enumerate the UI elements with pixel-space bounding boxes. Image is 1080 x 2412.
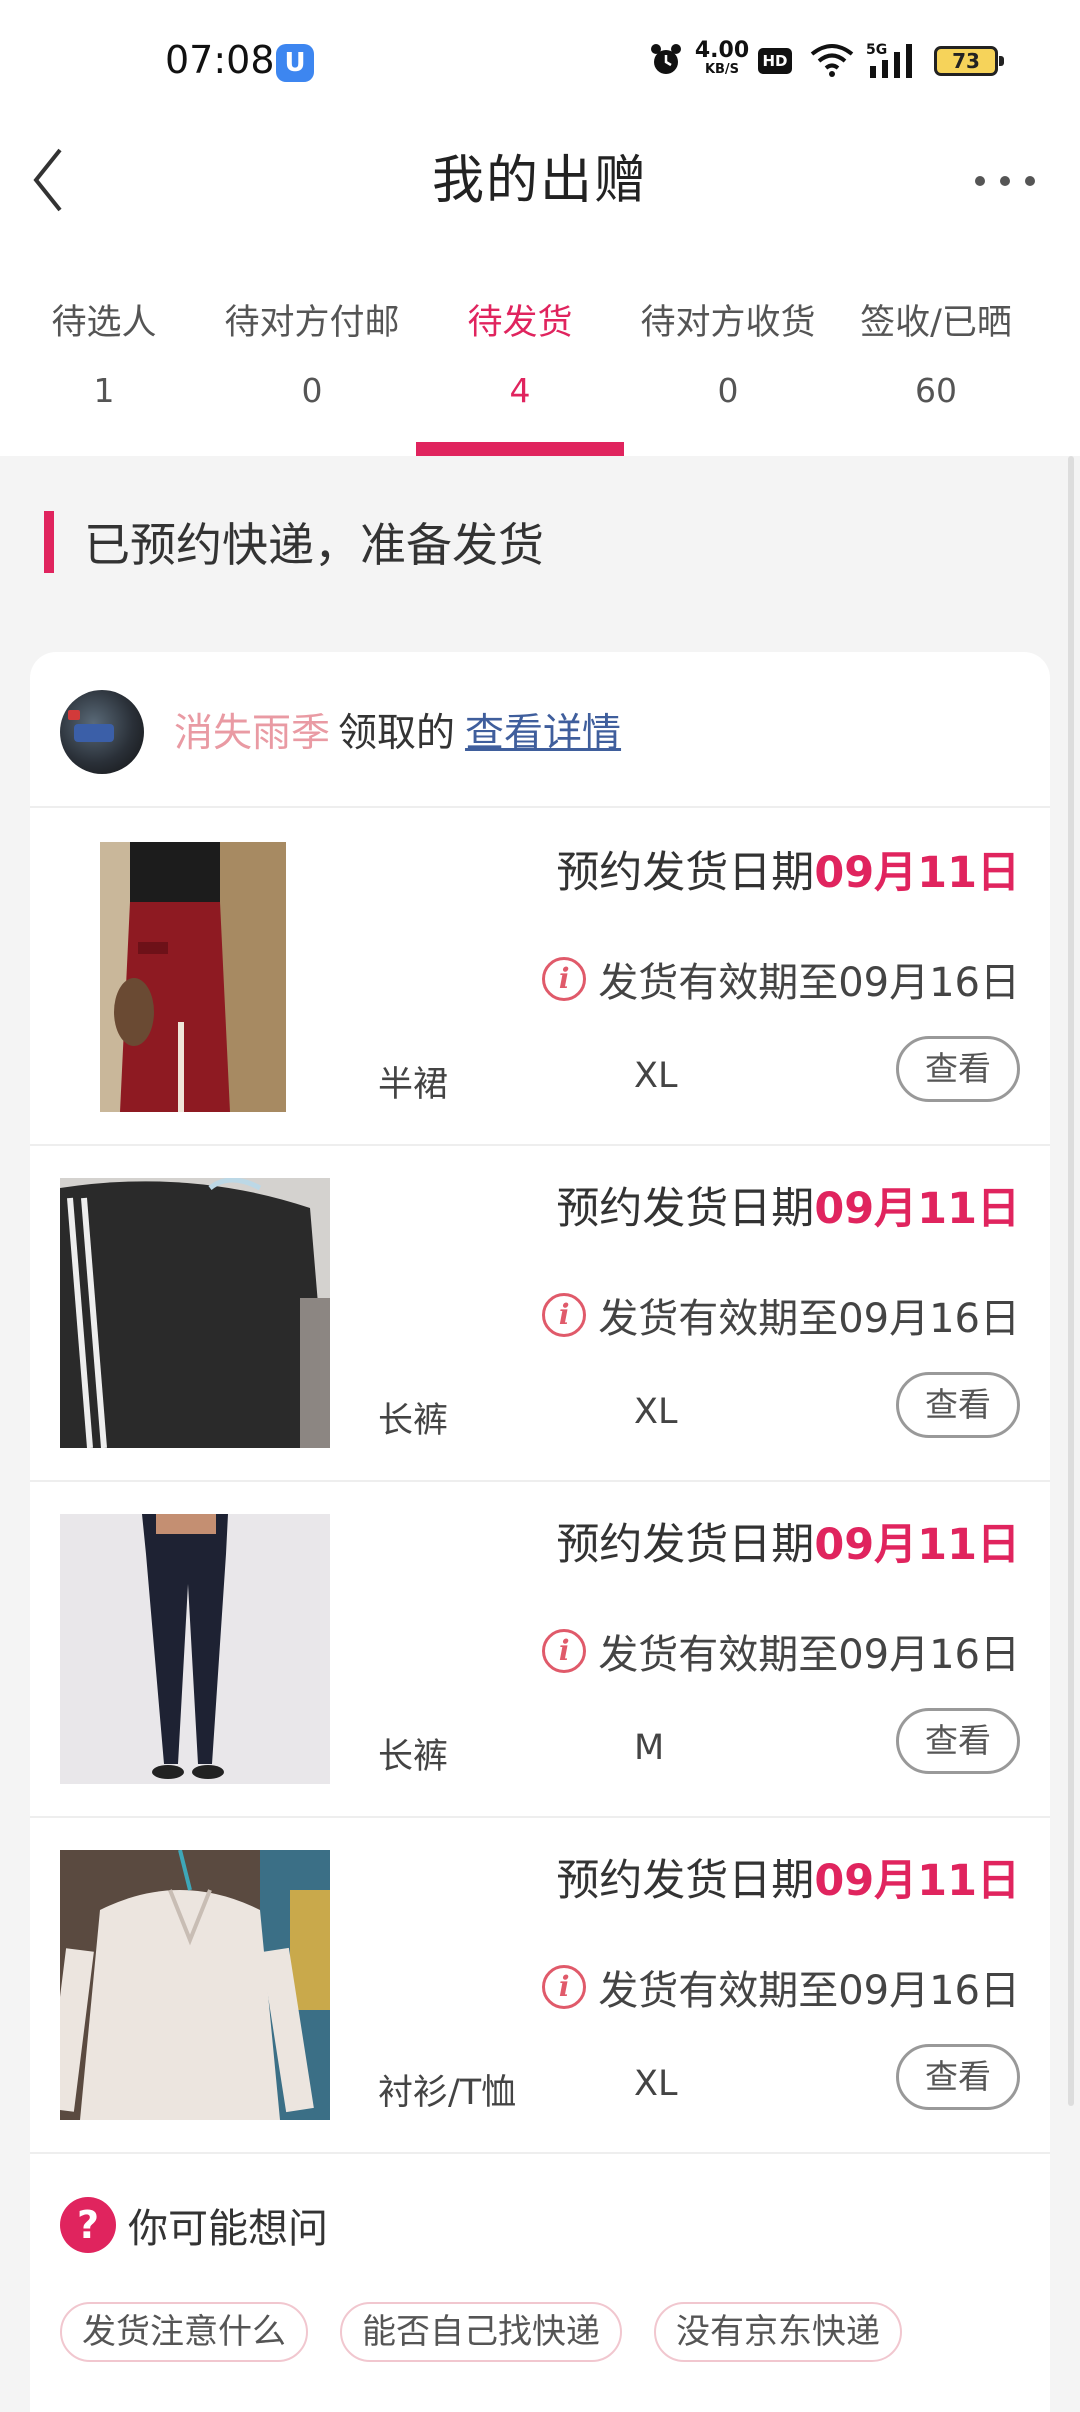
scheduled-ship-date: 预约发货日期09月11日 <box>556 838 1020 900</box>
wifi-icon <box>810 44 854 77</box>
tab-label: 待对方付邮 <box>224 303 400 343</box>
receiver-row: 消失雨季 领取的 查看详情 <box>30 652 1050 808</box>
item-image-white-shirt[interactable] <box>60 1850 330 2120</box>
ship-date-label: 预约发货日期 <box>556 1856 815 1906</box>
alarm-icon <box>651 44 681 74</box>
item-image-black-pants[interactable] <box>60 1178 330 1448</box>
status-time: 07:08 <box>165 38 275 82</box>
item-category: 半裙 <box>378 1065 449 1105</box>
list-item: 预约发货日期09月11日 i 发货有效期至09月16日 长裤 XL 查看 <box>30 1146 1050 1482</box>
ship-date-value: 09月11日 <box>814 1856 1020 1906</box>
list-item: 预约发货日期09月11日 i 发货有效期至09月16日 衬衫/T恤 XL 查看 <box>30 1818 1050 2154</box>
validity-text: 发货有效期至09月16日 <box>598 1296 1020 1342</box>
status-tabs: 待选人 1 待对方付邮 0 待发货 4 待对方收货 0 签收/已晒 60 <box>0 260 1080 456</box>
ship-date-label: 预约发货日期 <box>556 848 815 898</box>
faq-chip-own-courier[interactable]: 能否自己找快递 <box>340 2302 622 2362</box>
view-button[interactable]: 查看 <box>896 1372 1020 1438</box>
receiver-name[interactable]: 消失雨季 <box>174 711 330 756</box>
tab-pending-shipment[interactable]: 待发货 4 <box>416 260 624 456</box>
network-speed: 4.00 KB/S <box>692 40 752 78</box>
nav-bar: 我的出赠 <box>0 120 1080 260</box>
ship-date-value: 09月11日 <box>814 1520 1020 1570</box>
item-category: 长裤 <box>378 1737 449 1777</box>
receiver-action: 领取的 <box>338 711 456 756</box>
scheduled-ship-date: 预约发货日期09月11日 <box>556 1846 1020 1908</box>
info-icon: i <box>542 1629 587 1673</box>
receiver-info: 消失雨季 领取的 查看详情 <box>174 702 621 758</box>
more-icon[interactable] <box>970 156 1040 206</box>
signal-icon: 5G <box>866 42 912 78</box>
view-button[interactable]: 查看 <box>896 1036 1020 1102</box>
signal-label: 5G <box>866 42 887 58</box>
battery-icon: 73 <box>934 46 1004 76</box>
question-icon: ? <box>60 2197 116 2253</box>
tab-label: 待选人 <box>51 303 157 343</box>
item-size: XL <box>634 1392 678 1432</box>
list-item: 预约发货日期09月11日 i 发货有效期至09月16日 长裤 M 查看 <box>30 1482 1050 1818</box>
hd-icon: HD <box>758 48 792 74</box>
tab-pending-postage[interactable]: 待对方付邮 0 <box>208 260 416 456</box>
tab-count: 60 <box>915 371 957 410</box>
faq-section: ? 你可能想问 发货注意什么 能否自己找快递 没有京东快递 <box>30 2154 1050 2394</box>
scheduled-ship-date: 预约发货日期09月11日 <box>556 1174 1020 1236</box>
tab-label: 签收/已晒 <box>860 303 1012 343</box>
avatar[interactable] <box>60 690 144 774</box>
faq-title: 你可能想问 <box>128 2206 328 2252</box>
item-category: 衬衫/T恤 <box>378 2073 517 2113</box>
page-title: 我的出赠 <box>431 151 648 211</box>
item-size: XL <box>634 1056 678 1096</box>
tab-pending-select[interactable]: 待选人 1 <box>0 260 208 456</box>
list-item: 预约发货日期09月11日 i 发货有效期至09月16日 半裙 XL 查看 <box>30 810 1050 1146</box>
item-size: XL <box>634 2064 678 2104</box>
info-icon: i <box>542 1965 587 2009</box>
faq-chip-no-jd-express[interactable]: 没有京东快递 <box>654 2302 902 2362</box>
tab-pending-receipt[interactable]: 待对方收货 0 <box>624 260 832 456</box>
tab-label: 待发货 <box>467 303 573 343</box>
info-icon: i <box>542 957 587 1001</box>
section-heading-text: 已预约快递，准备发货 <box>84 518 544 572</box>
tab-count: 4 <box>509 371 531 410</box>
network-speed-value: 4.00 <box>694 38 750 63</box>
view-button[interactable]: 查看 <box>896 2044 1020 2110</box>
section-heading: 已预约快递，准备发货 <box>44 510 544 574</box>
section-accent-bar <box>44 511 54 573</box>
ship-date-value: 09月11日 <box>814 1184 1020 1234</box>
info-icon: i <box>542 1293 587 1337</box>
shipping-validity: i 发货有效期至09月16日 <box>542 1622 1020 1680</box>
validity-text: 发货有效期至09月16日 <box>598 960 1020 1006</box>
tab-count: 1 <box>93 371 115 410</box>
ship-date-label: 预约发货日期 <box>556 1184 815 1234</box>
tab-count: 0 <box>717 371 739 410</box>
faq-chips: 发货注意什么 能否自己找快递 没有京东快递 <box>60 2302 934 2362</box>
donation-card: 消失雨季 领取的 查看详情 预约发货日期09月11日 i 发货有效期至09月16日 … <box>30 652 1050 2412</box>
item-image-navy-leggings[interactable] <box>60 1514 330 1784</box>
tab-received[interactable]: 签收/已晒 60 <box>832 260 1040 456</box>
app-notification-icon: U <box>276 44 314 82</box>
ship-date-label: 预约发货日期 <box>556 1520 815 1570</box>
status-icons: 4.00 KB/S HD 5G 73 <box>630 36 1080 86</box>
shipping-validity: i 发货有效期至09月16日 <box>542 950 1020 1008</box>
tab-label: 待对方收货 <box>640 303 816 343</box>
ship-date-value: 09月11日 <box>814 848 1020 898</box>
shipping-validity: i 发货有效期至09月16日 <box>542 1958 1020 2016</box>
scrollbar[interactable] <box>1068 456 1074 2106</box>
item-size: M <box>634 1728 665 1768</box>
view-details-link[interactable]: 查看详情 <box>465 711 621 756</box>
scheduled-ship-date: 预约发货日期09月11日 <box>556 1510 1020 1572</box>
faq-header: ? 你可能想问 <box>60 2196 328 2254</box>
shipping-validity: i 发货有效期至09月16日 <box>542 1286 1020 1344</box>
item-image-red-skirt[interactable] <box>60 842 330 1112</box>
item-category: 长裤 <box>378 1401 449 1441</box>
validity-text: 发货有效期至09月16日 <box>598 1968 1020 2014</box>
faq-chip-shipping-notes[interactable]: 发货注意什么 <box>60 2302 308 2362</box>
status-bar: 07:08 U 4.00 KB/S HD 5G 73 <box>0 0 1080 120</box>
validity-text: 发货有效期至09月16日 <box>598 1632 1020 1678</box>
view-button[interactable]: 查看 <box>896 1708 1020 1774</box>
tab-count: 0 <box>301 371 323 410</box>
network-speed-unit: KB/S <box>704 62 740 77</box>
